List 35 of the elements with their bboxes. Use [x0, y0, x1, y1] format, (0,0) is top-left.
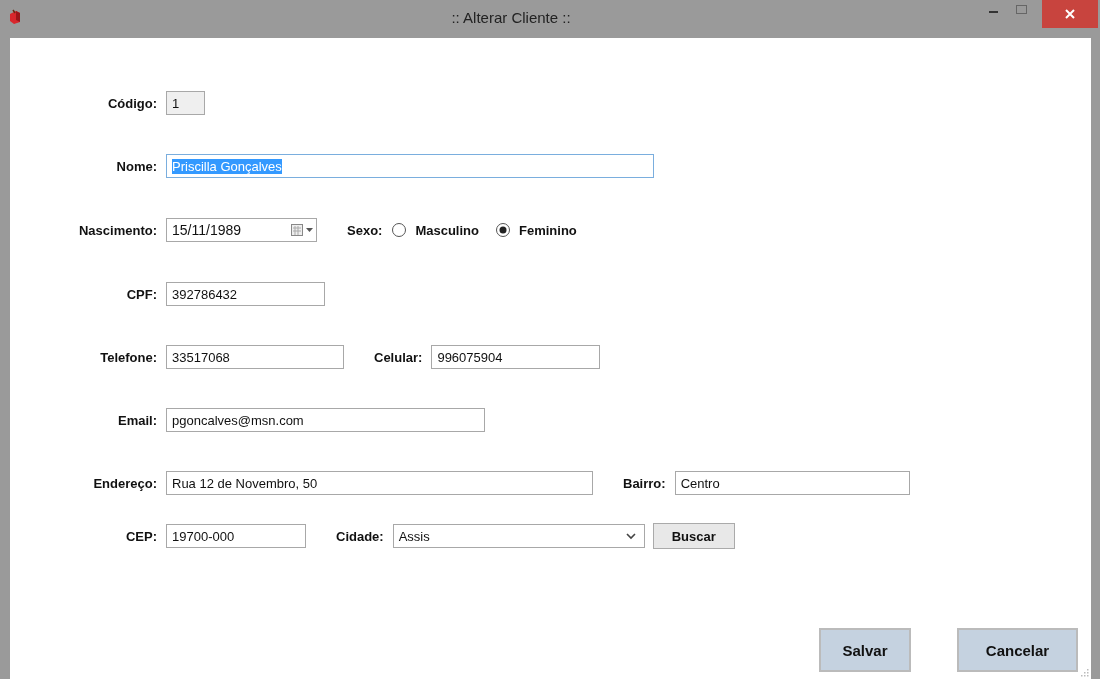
search-button[interactable]: Buscar	[652, 523, 735, 549]
date-picker[interactable]: 15/11/1989	[166, 218, 317, 242]
field-label: Sexo:	[347, 222, 383, 238]
resize-grip-icon	[1079, 667, 1089, 677]
radio-button[interactable]: Masculino	[391, 222, 479, 238]
input-field[interactable]: Rua 12 de Novembro, 50	[166, 471, 593, 495]
window-title: :: Alterar Cliente ::	[450, 8, 572, 26]
input-field[interactable]: Centro	[674, 471, 910, 495]
field-label: Nome:	[115, 158, 157, 174]
field-label: Celular:	[374, 349, 423, 365]
dropdown-field[interactable]: Assis	[392, 524, 645, 548]
close-icon	[1064, 8, 1076, 20]
field-label: Cidade:	[336, 528, 384, 544]
field-label: Código:	[106, 95, 157, 111]
field-label: Endereço:	[92, 475, 157, 491]
input-field[interactable]: 33517068	[166, 345, 344, 369]
radio-icon	[391, 222, 408, 238]
radio-button[interactable]: Feminino	[495, 222, 577, 238]
app-icon	[8, 9, 22, 25]
input-field[interactable]: 996075904	[431, 345, 601, 369]
input-field[interactable]: 392786432	[166, 282, 325, 306]
field-label: Email:	[117, 412, 157, 428]
field-label: CEP:	[124, 528, 157, 544]
field-label: Telefone:	[99, 349, 157, 365]
chevron-down-icon	[625, 532, 636, 540]
field-label: Nascimento:	[77, 222, 157, 238]
input-field[interactable]: pgoncalves@msn.com	[166, 408, 485, 432]
field-label: Bairro:	[623, 475, 666, 491]
close-button[interactable]	[1042, 0, 1098, 28]
field-label: CPF:	[125, 286, 157, 302]
save-button[interactable]: Salvar	[819, 628, 911, 672]
radio-icon	[495, 222, 511, 238]
input-field[interactable]: 19700-000	[166, 524, 306, 548]
calendar-dropdown-icon	[290, 223, 314, 237]
cancel-button[interactable]: Cancelar	[957, 628, 1078, 672]
